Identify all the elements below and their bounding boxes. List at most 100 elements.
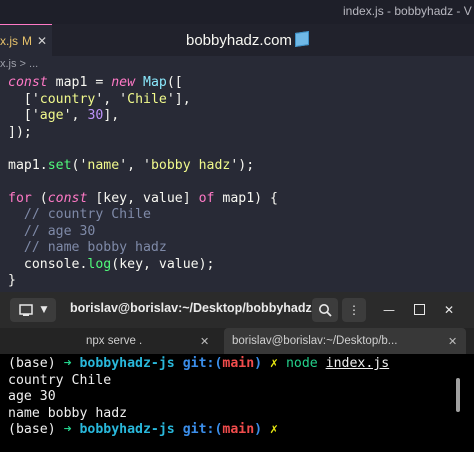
menu-button[interactable]: ⋮	[342, 298, 366, 322]
editor-tab-index-js[interactable]: x.js M ✕	[0, 24, 52, 56]
terminal-line-token: ✗	[270, 356, 286, 371]
code-line: ['age', 30],	[8, 108, 278, 125]
code-line-token: 30	[87, 108, 104, 123]
close-icon[interactable]: ✕	[448, 335, 457, 348]
code-line-token: // age 30	[23, 223, 96, 239]
terminal-line-token: ➜	[63, 356, 80, 371]
close-tab-icon[interactable]: ✕	[37, 34, 47, 48]
code-line-token: set	[47, 157, 72, 173]
code-line: }	[8, 273, 278, 290]
code-line: // age 30	[8, 224, 278, 241]
terminal-tab-borislav[interactable]: borislav@borislav:~/Desktop/b... ✕	[224, 328, 466, 354]
brand-text: bobbyhadz.com	[186, 32, 292, 49]
terminal-line: age 30	[8, 389, 389, 406]
terminal-line-token: bobbyhadz-js	[79, 356, 183, 371]
brand-watermark: bobbyhadz.com	[186, 31, 309, 49]
terminal-line-token: name bobby hadz	[8, 405, 128, 421]
code-editor[interactable]: const map1 = new Map([ ['country', 'Chil…	[8, 75, 278, 290]
terminal-tab-label: npx serve .	[86, 335, 143, 347]
new-terminal-button[interactable]: ▼	[10, 298, 56, 322]
code-line: // name bobby hadz	[8, 240, 278, 257]
terminal-line-token: country Chile	[8, 372, 112, 388]
code-line-token: ]);	[8, 124, 32, 140]
new-terminal-icon	[18, 304, 33, 316]
terminal-line-token: node	[285, 356, 326, 371]
code-line-token	[8, 92, 24, 107]
code-line-token: name	[87, 157, 120, 173]
terminal-panel[interactable]: ▼ borislav@borislav:~/Desktop/bobbyhadz-…	[0, 292, 474, 452]
terminal-line-token: main	[222, 422, 255, 437]
code-line-token: console.	[23, 256, 88, 272]
code-line-token: '],	[166, 91, 191, 107]
editor-tab-filename: x.js	[0, 33, 18, 48]
code-line-token: ', '	[95, 91, 128, 107]
terminal-line-token: git:(	[182, 356, 223, 371]
code-line: ['country', 'Chile'],	[8, 92, 278, 109]
window-title-bar: index.js - bobbyhadz - V	[0, 0, 474, 24]
breadcrumb[interactable]: x.js > ...	[0, 58, 38, 70]
code-line-token: log	[87, 256, 112, 272]
terminal-line-token: age 30	[8, 389, 56, 404]
code-line-token: (	[31, 190, 48, 206]
search-button[interactable]	[312, 298, 338, 322]
code-line-token	[8, 257, 24, 272]
maximize-button[interactable]	[410, 301, 428, 319]
code-line-token: bobby hadz	[150, 157, 231, 173]
code-line-token: map1.	[8, 157, 48, 173]
code-line-token: const	[8, 75, 48, 90]
terminal-line-token: ➜	[63, 422, 80, 437]
code-line-token: const	[47, 190, 88, 206]
code-line: const map1 = new Map([	[8, 75, 278, 92]
code-line: ]);	[8, 125, 278, 142]
terminal-line-token: )	[254, 422, 271, 437]
code-line-token: Map	[143, 75, 167, 90]
code-line-token: ', '	[119, 157, 151, 173]
code-line-token: // name bobby hadz	[23, 240, 167, 255]
terminal-line: country Chile	[8, 373, 389, 390]
terminal-line-token: bobbyhadz-js	[79, 422, 183, 437]
code-line-token	[8, 224, 24, 239]
terminal-line-token: )	[254, 356, 271, 371]
chevron-down-icon: ▼	[40, 305, 48, 315]
terminal-line-token: ✗	[270, 422, 278, 437]
code-line-token: Chile	[127, 91, 167, 107]
code-line-token: (key, value);	[111, 256, 215, 272]
terminal-header: ▼ borislav@borislav:~/Desktop/bobbyhadz-…	[0, 292, 474, 329]
close-window-button[interactable]: ✕	[440, 301, 458, 319]
terminal-scrollbar[interactable]	[456, 378, 460, 412]
code-line-token: map1 =	[47, 75, 112, 90]
terminal-tab-label: borislav@borislav:~/Desktop/b...	[232, 335, 398, 347]
code-line-token: }	[8, 273, 16, 288]
code-line-token	[135, 75, 143, 90]
code-line-token: // country Chile	[23, 207, 151, 222]
terminal-title: borislav@borislav:~/Desktop/bobbyhadz-r.…	[70, 301, 331, 315]
code-line-token: ['	[23, 91, 40, 107]
code-line-token: age	[39, 108, 64, 123]
terminal-line: (base) ➜ bobbyhadz-js git:(main) ✗ node …	[8, 356, 389, 373]
maximize-icon	[413, 304, 425, 315]
window-title: index.js - bobbyhadz - V	[343, 4, 472, 18]
terminal-output[interactable]: (base) ➜ bobbyhadz-js git:(main) ✗ node …	[8, 356, 389, 439]
minimize-button[interactable]: —	[380, 301, 398, 319]
close-icon[interactable]: ✕	[200, 335, 209, 348]
terminal-line-token: (base)	[8, 356, 64, 371]
code-line-token	[8, 108, 24, 123]
terminal-tabs: npx serve . ✕ borislav@borislav:~/Deskto…	[0, 328, 474, 354]
code-line-token: ('	[71, 157, 88, 173]
code-line-token: ],	[103, 108, 120, 123]
terminal-line-token: git:(	[182, 422, 223, 437]
code-line-token: new	[111, 75, 136, 90]
terminal-line-token: (base)	[8, 422, 64, 437]
code-line: console.log(key, value);	[8, 257, 278, 274]
code-line-token: of	[198, 190, 215, 206]
terminal-tab-npx-serve[interactable]: npx serve . ✕	[0, 328, 222, 354]
terminal-line-token: main	[222, 356, 255, 371]
code-line-token: ([	[166, 75, 183, 90]
terminal-line: (base) ➜ bobbyhadz-js git:(main) ✗	[8, 422, 389, 439]
terminal-line-token: index.js	[325, 356, 390, 371]
code-line-token: country	[39, 91, 96, 107]
code-line-token: for	[8, 190, 32, 206]
code-line: for (const [key, value] of map1) {	[8, 191, 278, 208]
